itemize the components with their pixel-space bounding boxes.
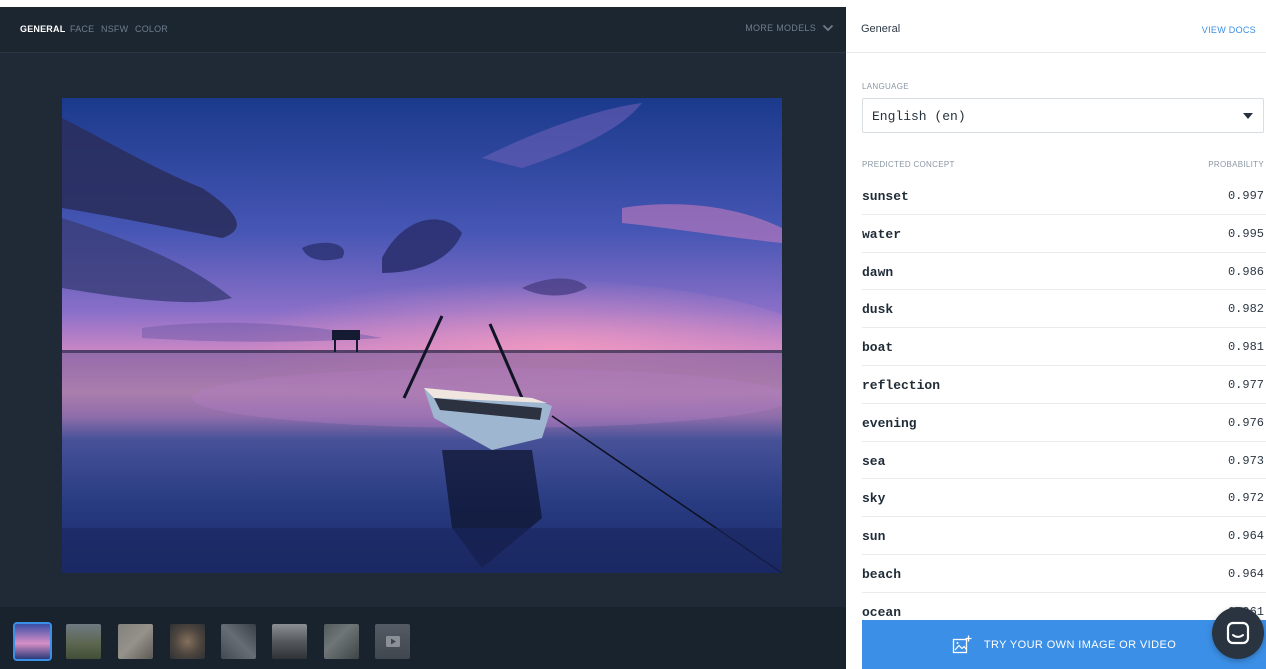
chat-icon [1226, 621, 1250, 645]
view-docs-link[interactable]: VIEW DOCS [1202, 25, 1256, 35]
concept-row: water 0.995 [862, 215, 1266, 253]
more-models-button[interactable]: MORE MODELS [745, 22, 834, 34]
add-image-icon [952, 635, 972, 653]
play-icon [386, 636, 400, 647]
image-viewer-panel: GENERAL FACE NSFW COLOR MORE MODELS [0, 7, 846, 669]
concept-probability: 0.986 [1227, 264, 1264, 279]
concept-name: sea [862, 453, 886, 469]
tab-face[interactable]: FACE [70, 24, 94, 34]
probability-header: PROBABILITY [1208, 160, 1264, 169]
try-your-own-image-button[interactable]: TRY YOUR OWN IMAGE OR VIDEO [862, 620, 1266, 669]
chevron-down-icon [822, 24, 834, 32]
image-stage [0, 54, 846, 606]
main-image[interactable] [62, 98, 782, 573]
language-select[interactable]: English (en) [862, 98, 1264, 133]
model-title: General [861, 23, 901, 35]
concept-name: dawn [862, 264, 894, 280]
tab-nsfw[interactable]: NSFW [101, 24, 128, 34]
caret-down-icon [1243, 113, 1253, 119]
concept-probability: 0.981 [1227, 340, 1264, 355]
thumbnail-portrait[interactable] [118, 624, 153, 659]
app-window: GENERAL FACE NSFW COLOR MORE MODELS Gene… [0, 0, 1266, 669]
concept-row: evening 0.976 [862, 404, 1266, 442]
concept-row: dawn 0.986 [862, 253, 1266, 291]
concept-probability: 0.995 [1227, 226, 1264, 241]
concept-row: sky 0.972 [862, 479, 1266, 518]
try-your-own-image-label: TRY YOUR OWN IMAGE OR VIDEO [983, 638, 1177, 651]
concept-probability: 0.964 [1227, 566, 1264, 581]
more-models-label: MORE MODELS [745, 23, 816, 33]
concept-row: beach 0.964 [862, 555, 1266, 593]
tab-general[interactable]: GENERAL [20, 24, 65, 34]
concept-probability: 0.964 [1227, 529, 1264, 544]
tab-color[interactable]: COLOR [135, 24, 168, 34]
concept-name: evening [862, 415, 917, 431]
thumbnail-interior[interactable] [272, 624, 307, 659]
chat-button[interactable] [1212, 607, 1264, 659]
thumbnail-aerial-texture[interactable] [324, 624, 359, 659]
concept-row: sun 0.964 [862, 517, 1266, 555]
concept-name: reflection [862, 377, 941, 393]
language-label: LANGUAGE [862, 82, 909, 91]
language-value: English (en) [872, 109, 966, 124]
panel-header: General VIEW DOCS [846, 7, 1266, 53]
thumbnail-strip [0, 607, 846, 669]
concept-name: sky [862, 491, 886, 507]
concept-probability: 0.977 [1227, 377, 1264, 392]
concept-name: sunset [862, 189, 909, 204]
thumbnail-video[interactable] [375, 624, 410, 659]
concept-probability: 0.973 [1227, 453, 1264, 468]
thumbnail-field-landscape[interactable] [66, 624, 101, 659]
concept-name: dusk [862, 302, 894, 318]
thumbnail-food-plate[interactable] [170, 624, 205, 659]
concept-name: boat [862, 340, 894, 356]
concept-probability: 0.976 [1227, 415, 1264, 430]
concept-probability: 0.972 [1227, 491, 1264, 506]
model-tabs-bar: GENERAL FACE NSFW COLOR MORE MODELS [0, 7, 846, 53]
concept-list: sunset 0.997 water 0.995 dawn 0.986 dusk 0.9… [862, 177, 1266, 631]
concept-name: beach [862, 566, 902, 582]
concept-row: sea 0.973 [862, 442, 1266, 480]
concept-name: ocean [862, 604, 902, 620]
concept-row: boat 0.981 [862, 328, 1266, 366]
thumbnail-street-scene[interactable] [221, 624, 256, 659]
concept-row: sunset 0.997 [862, 177, 1266, 215]
concept-name: sun [862, 529, 886, 545]
thumbnail-sunset-boat[interactable] [13, 622, 52, 661]
concept-row: reflection 0.977 [862, 366, 1266, 404]
concept-row: dusk 0.982 [862, 290, 1266, 329]
concept-name: water [862, 226, 902, 242]
predicted-concept-header: PREDICTED CONCEPT [862, 160, 955, 169]
sunset-boat-image [62, 98, 782, 573]
concept-probability: 0.997 [1227, 189, 1264, 203]
concept-probability: 0.982 [1227, 302, 1264, 317]
results-panel: General VIEW DOCS LANGUAGE English (en) … [846, 0, 1266, 669]
